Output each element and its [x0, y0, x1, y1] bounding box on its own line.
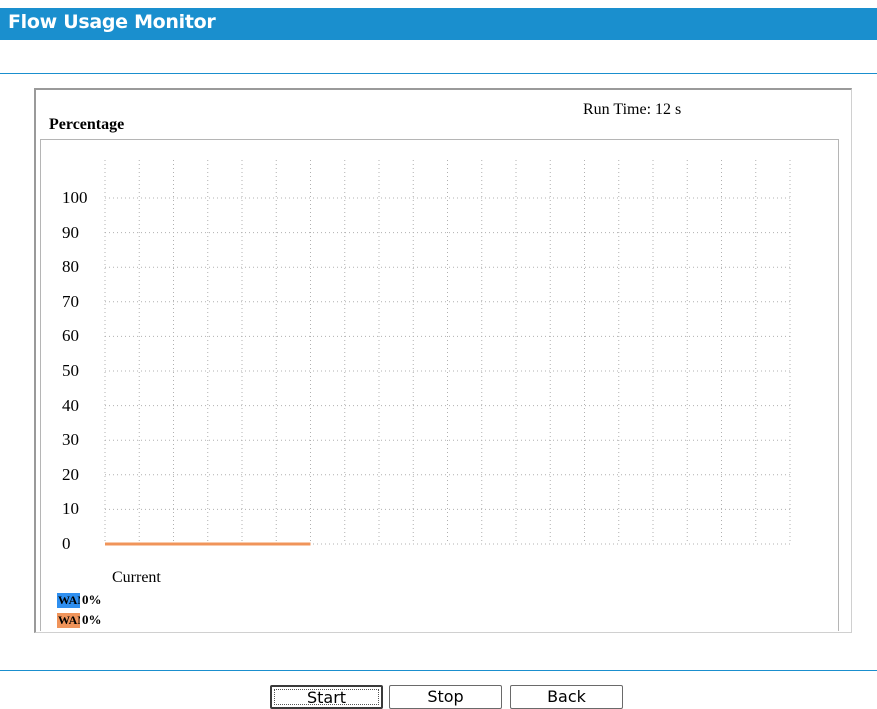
y-tick-label: 90 — [62, 222, 79, 242]
y-tick-label: 70 — [62, 291, 79, 311]
legend-wan1-swatch: WAN1 — [57, 592, 80, 608]
legend-wan1-value: 0% — [82, 592, 102, 607]
y-tick-label: 10 — [62, 499, 79, 519]
legend-wan2-value: 0% — [82, 612, 102, 627]
back-button[interactable]: Back — [510, 685, 623, 709]
usage-chart — [104, 160, 791, 546]
start-button[interactable]: Start — [270, 685, 383, 709]
y-tick-label: 30 — [62, 430, 79, 450]
y-tick-label: 0 — [62, 534, 71, 553]
bottom-divider — [0, 670, 877, 671]
y-tick-label: 50 — [62, 361, 79, 380]
y-tick-label: 100 — [62, 188, 88, 207]
current-label: Current — [112, 569, 161, 586]
start-button-label: Start — [306, 688, 347, 707]
y-tick-label: 20 — [62, 464, 79, 484]
y-tick-label: 80 — [62, 257, 79, 277]
y-tick-label: 60 — [62, 326, 79, 346]
legend-wan2-swatch: WAN2 — [57, 612, 80, 628]
y-tick-label: 40 — [62, 395, 79, 415]
legend-wan1: WAN1 0% — [57, 592, 102, 608]
stop-button[interactable]: Stop — [389, 685, 502, 709]
legend-wan2: WAN2 0% — [57, 612, 102, 628]
